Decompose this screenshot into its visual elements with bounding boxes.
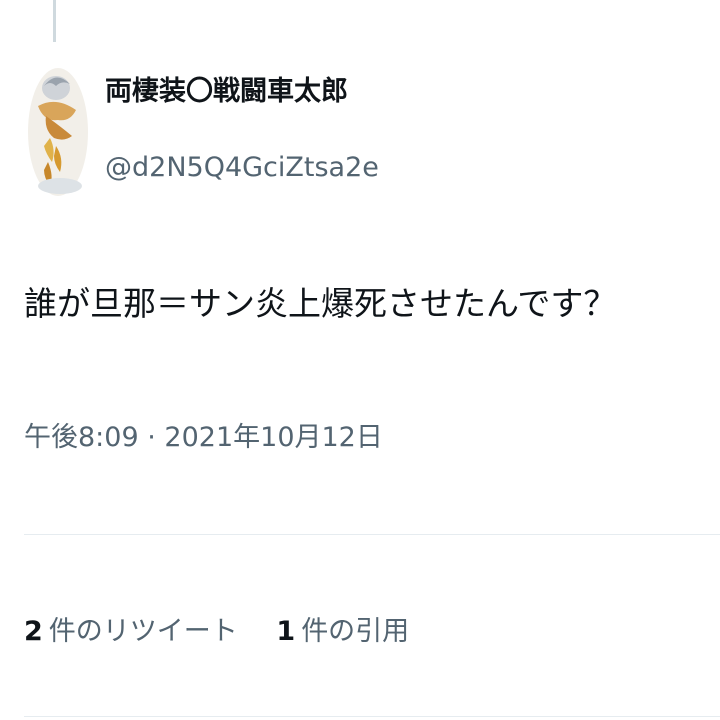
tweet-text: 誰が旦那＝サン炎上爆死させたんです？ bbox=[24, 284, 617, 323]
retweets-stat[interactable]: 2 件のリツイート bbox=[24, 612, 238, 652]
thread-connector-line bbox=[53, 0, 56, 42]
quotes-label: 件の引用 bbox=[301, 616, 410, 647]
tweet-stats: 2 件のリツイート 1 件の引用 bbox=[24, 612, 439, 652]
avatar-icon bbox=[28, 68, 88, 196]
quotes-stat[interactable]: 1 件の引用 bbox=[276, 612, 409, 652]
retweets-label: 件のリツイート bbox=[48, 616, 238, 647]
tweet-date: 2021年10月12日 bbox=[164, 422, 383, 453]
avatar[interactable] bbox=[26, 66, 90, 198]
author-handle[interactable]: @d2N5Q4GciZtsa2e bbox=[105, 148, 379, 188]
quotes-count: 1 bbox=[276, 616, 296, 647]
divider bbox=[24, 534, 720, 535]
timestamp-separator: · bbox=[147, 422, 156, 453]
tweet-timestamp[interactable]: 午後8:09 · 2021年10月12日 bbox=[24, 418, 383, 458]
tweet-time: 午後8:09 bbox=[24, 422, 139, 453]
retweets-count: 2 bbox=[24, 616, 43, 647]
tweet-detail: 両棲装〇戦闘車太郎 @d2N5Q4GciZtsa2e 誰が旦那＝サン炎上爆死させ… bbox=[0, 0, 720, 720]
divider bbox=[24, 716, 720, 717]
author-display-name[interactable]: 両棲装〇戦闘車太郎 bbox=[105, 72, 348, 112]
